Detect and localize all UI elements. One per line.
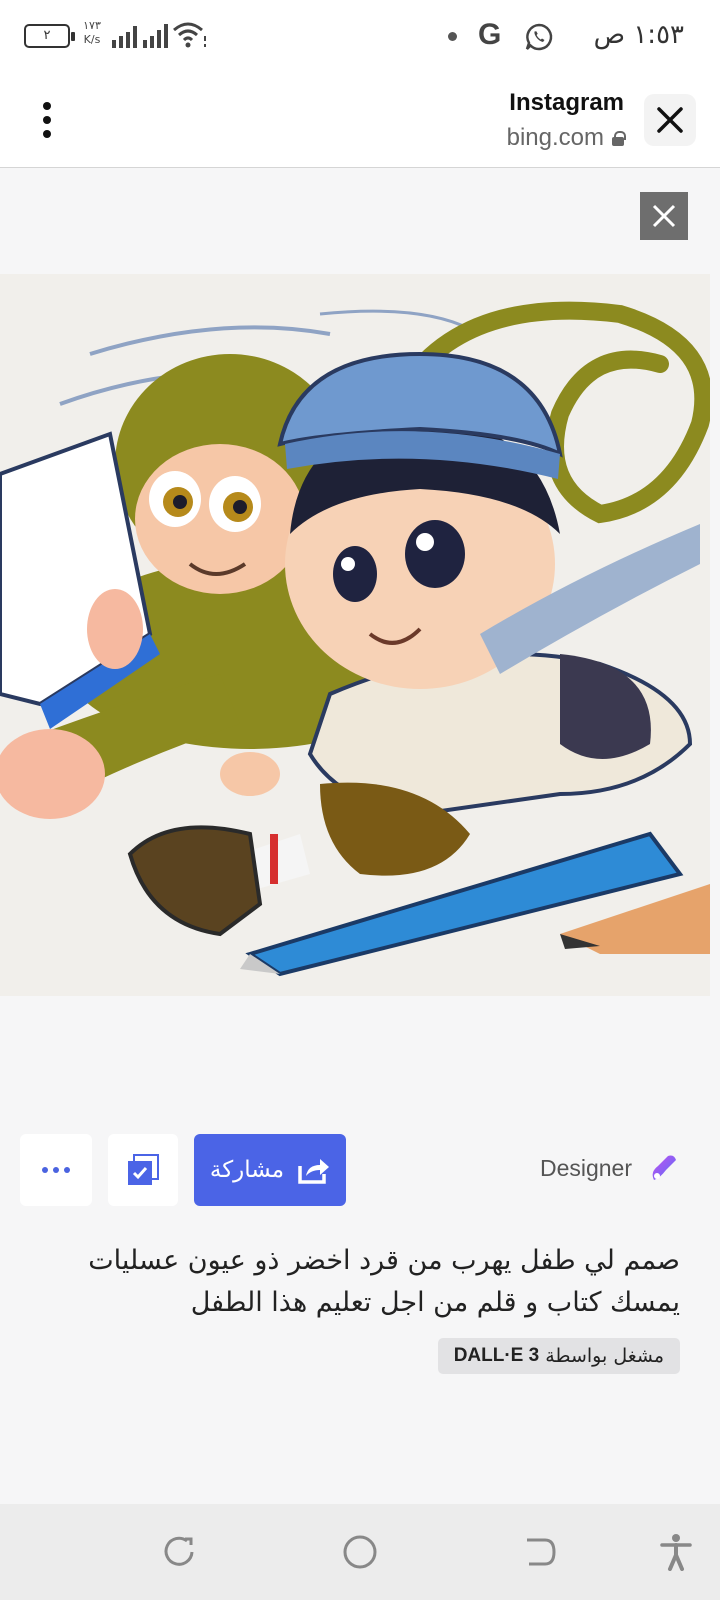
more-options-button[interactable] bbox=[20, 1134, 92, 1206]
more-horizontal-icon bbox=[42, 1167, 48, 1173]
google-icon: G bbox=[478, 18, 502, 51]
home-icon bbox=[343, 1535, 377, 1569]
home-button[interactable] bbox=[340, 1532, 380, 1572]
browser-header: Instagram bing.com bbox=[0, 72, 720, 168]
save-button[interactable] bbox=[108, 1134, 178, 1206]
network-speed-value: ١٧٣ bbox=[83, 19, 101, 32]
designer-label: Designer bbox=[539, 1154, 632, 1181]
recent-apps-button[interactable] bbox=[160, 1532, 200, 1572]
accessibility-icon bbox=[660, 1534, 692, 1571]
battery-level: ٢ bbox=[43, 28, 51, 43]
signal-icon bbox=[112, 24, 168, 48]
powered-by-badge: مشغل بواسطة DALL·E 3 bbox=[437, 1338, 680, 1374]
accessibility-button[interactable] bbox=[656, 1532, 696, 1572]
prompt-text: صمم لي طفل يهرب من قرد اخضر ذو عيون عسلي… bbox=[88, 1245, 680, 1318]
more-vert-icon[interactable] bbox=[32, 98, 62, 142]
wifi-icon bbox=[173, 22, 206, 48]
save-collection-icon bbox=[128, 1154, 159, 1185]
recent-apps-icon bbox=[164, 1536, 194, 1566]
notification-dot-icon bbox=[448, 32, 457, 41]
page-title: Instagram bbox=[509, 89, 624, 116]
network-speed: ١٧٣ K/s bbox=[80, 19, 104, 47]
network-speed-unit: K/s bbox=[83, 33, 101, 46]
image-actions: مشاركة Designer bbox=[0, 1134, 720, 1206]
page-url: bing.com bbox=[506, 124, 604, 151]
image-viewer: مشاركة Designer صمم لي طفل يهرب من قرد ا… bbox=[0, 168, 720, 1504]
back-button[interactable] bbox=[520, 1532, 560, 1572]
generated-image[interactable] bbox=[0, 274, 710, 996]
close-icon bbox=[652, 204, 676, 228]
url-bar[interactable]: bing.com bbox=[506, 124, 626, 152]
share-label: مشاركة bbox=[209, 1157, 285, 1183]
battery-icon: ٢ bbox=[24, 24, 75, 48]
monkey-and-child-illustration bbox=[0, 274, 710, 996]
navigation-bar bbox=[0, 1504, 720, 1600]
share-icon bbox=[298, 1159, 330, 1184]
designer-logo-icon bbox=[652, 1155, 676, 1180]
screen: ٢ ١٧٣ K/s G ١:٥٣ ص Instagram bing.com مش… bbox=[0, 0, 720, 1600]
share-button[interactable]: مشاركة bbox=[194, 1134, 346, 1206]
status-bar: ٢ ١٧٣ K/s G ١:٥٣ ص bbox=[0, 0, 720, 72]
powered-by-label: مشغل بواسطة bbox=[545, 1345, 664, 1367]
viewer-close-button[interactable] bbox=[640, 192, 688, 240]
designer-attribution: Designer bbox=[540, 1152, 680, 1184]
back-icon bbox=[527, 1538, 556, 1566]
close-button[interactable] bbox=[644, 94, 696, 146]
whatsapp-icon bbox=[525, 23, 553, 51]
lock-icon bbox=[612, 130, 626, 146]
close-icon bbox=[657, 107, 683, 133]
powered-by-model: DALL·E 3 bbox=[453, 1345, 540, 1366]
clock: ١:٥٣ ص bbox=[593, 20, 684, 50]
